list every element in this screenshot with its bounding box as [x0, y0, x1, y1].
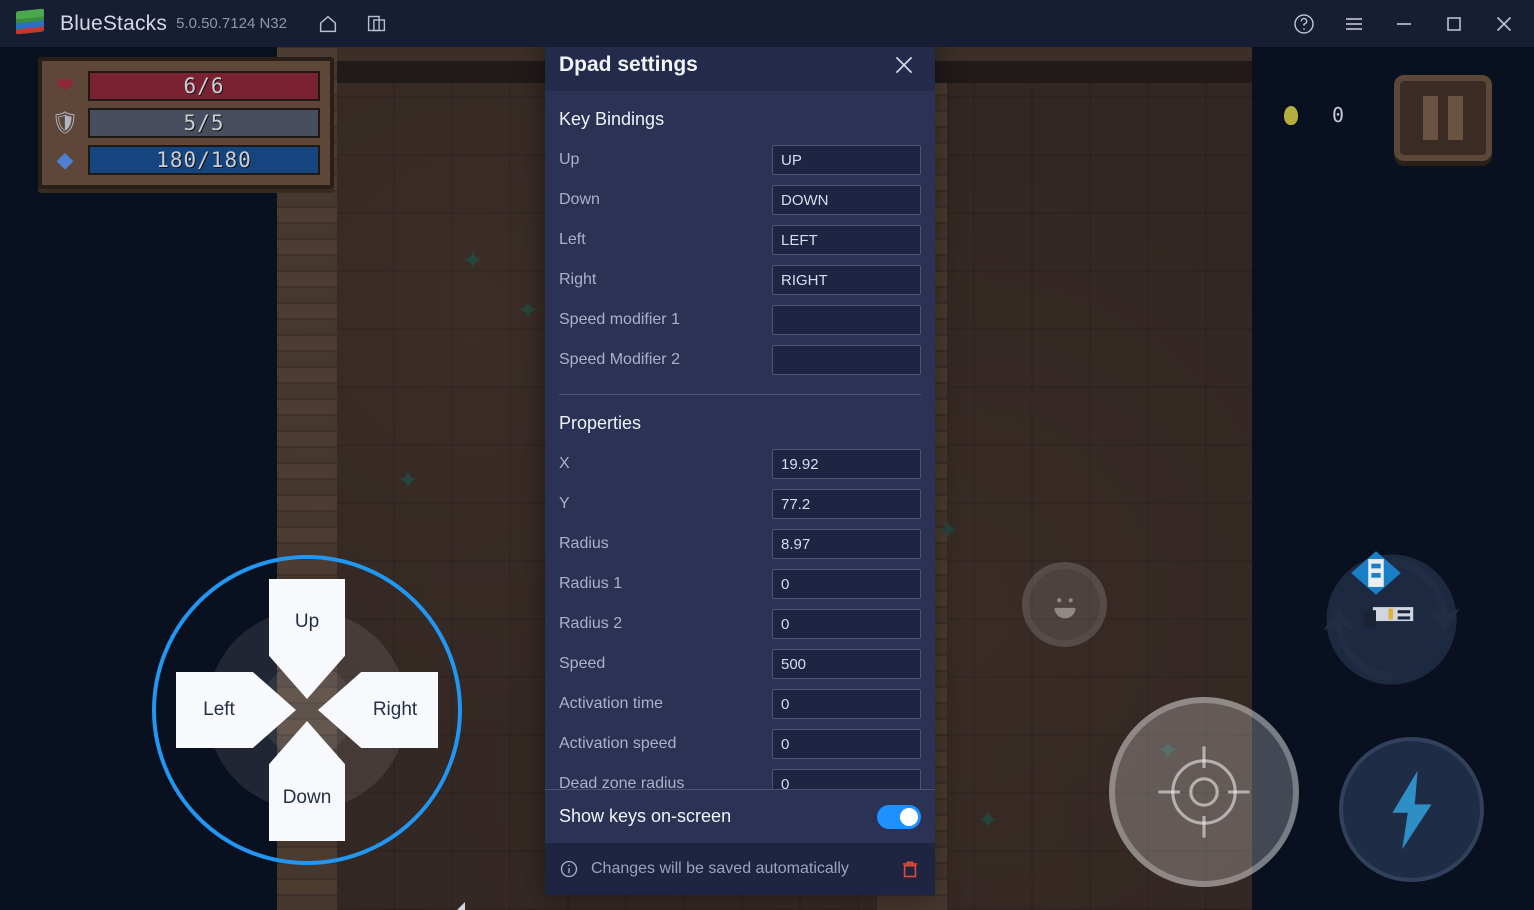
- reload-button[interactable]: [1314, 542, 1469, 697]
- bluestacks-logo-icon: [14, 8, 46, 40]
- field-row-speed: Speed 500: [559, 644, 921, 684]
- coin-icon: [1283, 105, 1298, 125]
- pause-button[interactable]: [1394, 75, 1492, 161]
- dialog-close-icon[interactable]: [887, 48, 921, 82]
- app-version: 5.0.50.7124 N32: [176, 15, 287, 32]
- section-heading-key-bindings: Key Bindings: [559, 109, 665, 129]
- multi-instance-icon[interactable]: [359, 7, 393, 41]
- dpad-overlay[interactable]: Up Down Left Right: [152, 555, 465, 910]
- ability-button[interactable]: [1339, 737, 1484, 882]
- trash-icon[interactable]: [899, 857, 921, 881]
- coin-display: 0: [1283, 103, 1344, 127]
- field-label: Up: [559, 151, 580, 168]
- field-label: Speed: [559, 655, 606, 672]
- dialog-title: Dpad settings: [559, 52, 698, 76]
- property-input-speed[interactable]: 500: [772, 649, 921, 679]
- window-controls: [1286, 6, 1534, 42]
- shield-icon: 🛡: [51, 110, 79, 135]
- help-icon[interactable]: [1286, 6, 1322, 42]
- field-label: X: [559, 455, 570, 472]
- field-label: Speed modifier 1: [559, 311, 680, 328]
- close-icon[interactable]: [1486, 6, 1522, 42]
- maximize-icon[interactable]: [1436, 6, 1472, 42]
- field-label: Activation time: [559, 695, 664, 712]
- property-input-x[interactable]: 19.92: [772, 449, 921, 479]
- property-input-radius-2[interactable]: 0: [772, 609, 921, 639]
- field-row-down: Down DOWN: [559, 180, 921, 220]
- mana-value: 180/180: [88, 144, 320, 175]
- lightning-icon: [1391, 770, 1432, 849]
- app-name: BlueStacks: [60, 11, 168, 35]
- keybind-input-speed-modifier-1[interactable]: [772, 305, 921, 335]
- field-label: Radius 1: [559, 575, 623, 592]
- field-row-speed-modifier-1: Speed modifier 1: [559, 300, 921, 340]
- minimize-icon[interactable]: [1386, 6, 1422, 42]
- show-keys-row: Show keys on-screen: [545, 789, 935, 843]
- emote-button[interactable]: [1022, 562, 1107, 647]
- dialog-body: Key Bindings Up UP Down DOWN Left LEFT R…: [545, 91, 935, 789]
- info-icon: [559, 859, 579, 879]
- health-value: 6/6: [88, 71, 320, 102]
- dialog-footer: Changes will be saved automatically: [545, 843, 935, 895]
- hud-health-row: ❤ 6/6: [50, 71, 320, 102]
- field-label: Radius 2: [559, 615, 623, 632]
- field-label: Y: [559, 495, 570, 512]
- title-bar: BlueStacks 5.0.50.7124 N32: [0, 0, 1534, 47]
- keybind-input-speed-modifier-2[interactable]: [772, 345, 921, 375]
- section-divider: [559, 394, 921, 395]
- property-input-radius[interactable]: 8.97: [772, 529, 921, 559]
- coin-count: 0: [1331, 103, 1344, 127]
- shield-value: 5/5: [88, 108, 320, 138]
- autosave-message: Changes will be saved automatically: [591, 860, 849, 877]
- field-row-activation-time: Activation time 0: [559, 684, 921, 724]
- property-input-activation-time[interactable]: 0: [772, 689, 921, 719]
- field-label: Left: [559, 231, 586, 248]
- field-label: Speed Modifier 2: [559, 351, 680, 368]
- keybind-input-up[interactable]: UP: [772, 145, 921, 175]
- hud-shield-row: 🛡 5/5: [50, 108, 320, 139]
- field-row-radius-1: Radius 1 0: [559, 564, 921, 604]
- show-keys-label: Show keys on-screen: [559, 806, 732, 826]
- hamburger-menu-icon[interactable]: [1336, 6, 1372, 42]
- field-row-radius: Radius 8.97: [559, 524, 921, 564]
- field-label: Right: [559, 271, 597, 288]
- toggle-knob: [900, 807, 918, 826]
- field-row-right: Right RIGHT: [559, 260, 921, 300]
- keybind-input-down[interactable]: DOWN: [772, 185, 921, 215]
- keybind-input-right[interactable]: RIGHT: [772, 265, 921, 295]
- game-hud: ❤ 6/6 🛡 5/5 ◆ 180/180: [38, 57, 334, 189]
- field-row-left: Left LEFT: [559, 220, 921, 260]
- property-input-radius-1[interactable]: 0: [772, 569, 921, 599]
- field-label: Activation speed: [559, 735, 677, 752]
- field-row-dead-zone-radius: Dead zone radius 0: [559, 764, 921, 789]
- show-keys-toggle[interactable]: [877, 804, 921, 829]
- gem-icon: ◆: [56, 146, 74, 172]
- field-label: Down: [559, 191, 600, 208]
- field-row-x: X 19.92: [559, 444, 921, 484]
- field-row-radius-2: Radius 2 0: [559, 604, 921, 644]
- field-label: Radius: [559, 535, 609, 552]
- aim-joystick[interactable]: [1109, 697, 1299, 887]
- property-input-dead-zone-radius[interactable]: 0: [772, 769, 921, 789]
- property-input-activation-speed[interactable]: 0: [772, 729, 921, 759]
- keybind-input-left[interactable]: LEFT: [772, 225, 921, 255]
- bluestacks-window: BlueStacks 5.0.50.7124 N32 ✦ ✦ ✦ ✦ ✦ ✦ ❤…: [0, 0, 1534, 910]
- field-row-speed-modifier-2: Speed Modifier 2: [559, 340, 921, 380]
- hud-mana-row: ◆ 180/180: [50, 144, 320, 175]
- section-heading-properties: Properties: [559, 413, 642, 433]
- field-row-y: Y 77.2: [559, 484, 921, 524]
- field-row-activation-speed: Activation speed 0: [559, 724, 921, 764]
- dpad-settings-dialog: Dpad settings Key Bindings Up UP Down DO…: [545, 38, 935, 895]
- field-label: Dead zone radius: [559, 775, 685, 789]
- field-row-up: Up UP: [559, 140, 921, 180]
- heart-icon: ❤: [55, 73, 75, 99]
- property-input-y[interactable]: 77.2: [772, 489, 921, 519]
- dpad-resize-handle[interactable]: [452, 902, 465, 910]
- home-icon[interactable]: [311, 7, 345, 41]
